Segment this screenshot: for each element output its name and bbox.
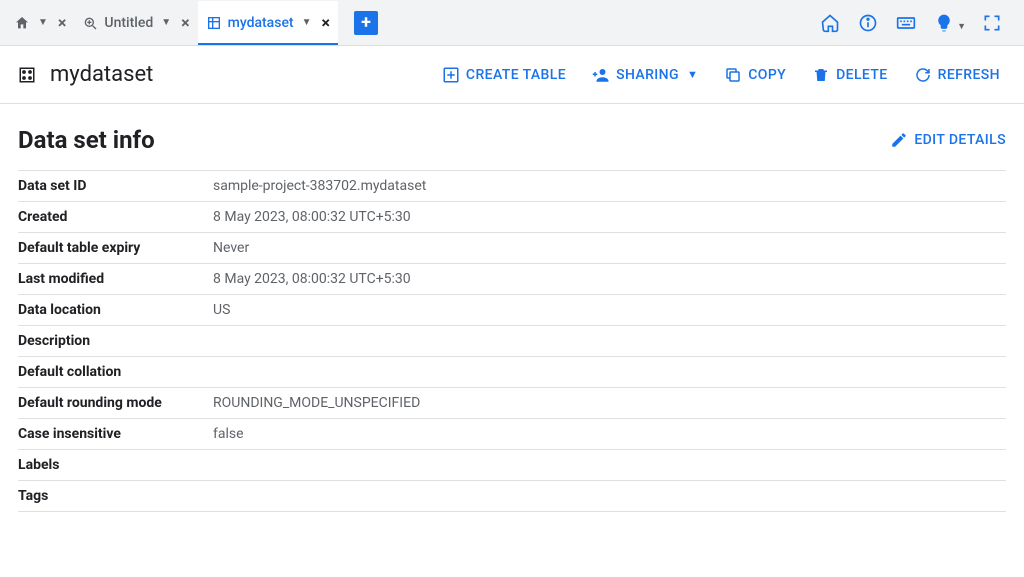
info-row: Data set IDsample-project-383702.mydatas… [18,171,1006,202]
info-row: Last modified8 May 2023, 08:00:32 UTC+5:… [18,264,1006,295]
tab-home[interactable]: ▼ × [6,1,74,45]
chevron-down-icon: ▼ [687,68,698,81]
chevron-down-icon[interactable]: ▼ [957,21,966,32]
fullscreen-icon[interactable] [982,13,1002,33]
info-value: false [213,419,1006,450]
info-row: Data locationUS [18,295,1006,326]
trash-icon [812,66,830,84]
refresh-label: REFRESH [938,67,1000,83]
chevron-down-icon[interactable]: ▼ [38,17,48,28]
dataset-info-table: Data set IDsample-project-383702.mydatas… [18,170,1006,512]
info-value [213,326,1006,357]
info-value: ROUNDING_MODE_UNSPECIFIED [213,388,1006,419]
info-label: Last modified [18,264,213,295]
dataset-title: mydataset [18,62,422,87]
info-row: Case insensitivefalse [18,419,1006,450]
info-label: Data set ID [18,171,213,202]
delete-label: DELETE [836,67,888,83]
info-row: Default rounding modeROUNDING_MODE_UNSPE… [18,388,1006,419]
create-table-label: CREATE TABLE [466,67,566,83]
info-row: Tags [18,481,1006,512]
info-row: Created8 May 2023, 08:00:32 UTC+5:30 [18,202,1006,233]
info-label: Tags [18,481,213,512]
info-label: Labels [18,450,213,481]
info-value [213,481,1006,512]
person-add-icon [592,66,610,84]
edit-details-button[interactable]: EDIT DETAILS [890,131,1006,149]
sharing-button[interactable]: SHARING ▼ [586,60,704,90]
info-row: Default table expiryNever [18,233,1006,264]
home-shortcut-icon[interactable] [820,13,840,33]
info-value: 8 May 2023, 08:00:32 UTC+5:30 [213,264,1006,295]
content-area: Data set info EDIT DETAILS Data set IDsa… [0,104,1024,512]
action-bar: mydataset CREATE TABLE SHARING ▼ COPY DE… [0,46,1024,104]
dataset-title-text: mydataset [50,62,153,87]
create-table-button[interactable]: CREATE TABLE [436,60,572,90]
copy-icon [724,66,742,84]
info-row: Default collation [18,357,1006,388]
dataset-icon [18,66,36,84]
tab-untitled-label: Untitled [104,15,153,31]
info-label: Data location [18,295,213,326]
home-icon [14,15,30,31]
close-icon[interactable]: × [322,13,331,32]
magnify-icon [82,15,98,31]
add-tab-button[interactable]: + [354,11,378,35]
lightbulb-icon[interactable]: ▼ [934,13,954,33]
refresh-button[interactable]: REFRESH [908,60,1006,90]
edit-details-label: EDIT DETAILS [914,132,1006,148]
info-row: Labels [18,450,1006,481]
info-value: Never [213,233,1006,264]
close-icon[interactable]: × [181,13,190,32]
info-label: Case insensitive [18,419,213,450]
chevron-down-icon[interactable]: ▼ [161,17,171,28]
tab-mydataset-label: mydataset [228,15,294,31]
info-label: Default collation [18,357,213,388]
tab-mydataset[interactable]: mydataset ▼ × [198,1,338,45]
info-label: Default rounding mode [18,388,213,419]
tab-untitled[interactable]: Untitled ▼ × [74,1,197,45]
info-value: 8 May 2023, 08:00:32 UTC+5:30 [213,202,1006,233]
tab-bar: ▼ × Untitled ▼ × mydataset ▼ × + ▼ [0,0,1024,46]
copy-label: COPY [748,67,786,83]
info-value [213,450,1006,481]
add-box-icon [442,66,460,84]
chevron-down-icon[interactable]: ▼ [302,17,312,28]
info-label: Created [18,202,213,233]
info-value [213,357,1006,388]
info-value: US [213,295,1006,326]
info-label: Default table expiry [18,233,213,264]
refresh-icon [914,66,932,84]
info-value: sample-project-383702.mydataset [213,171,1006,202]
info-label: Description [18,326,213,357]
sharing-label: SHARING [616,67,679,83]
copy-button[interactable]: COPY [718,60,792,90]
info-icon[interactable] [858,13,878,33]
keyboard-icon[interactable] [896,13,916,33]
content-header: Data set info EDIT DETAILS [18,126,1006,154]
pencil-icon [890,131,908,149]
dataset-icon [206,15,222,31]
info-row: Description [18,326,1006,357]
section-title: Data set info [18,126,890,154]
tabbar-right-icons: ▼ [820,13,1018,33]
close-icon[interactable]: × [58,13,67,32]
delete-button[interactable]: DELETE [806,60,894,90]
